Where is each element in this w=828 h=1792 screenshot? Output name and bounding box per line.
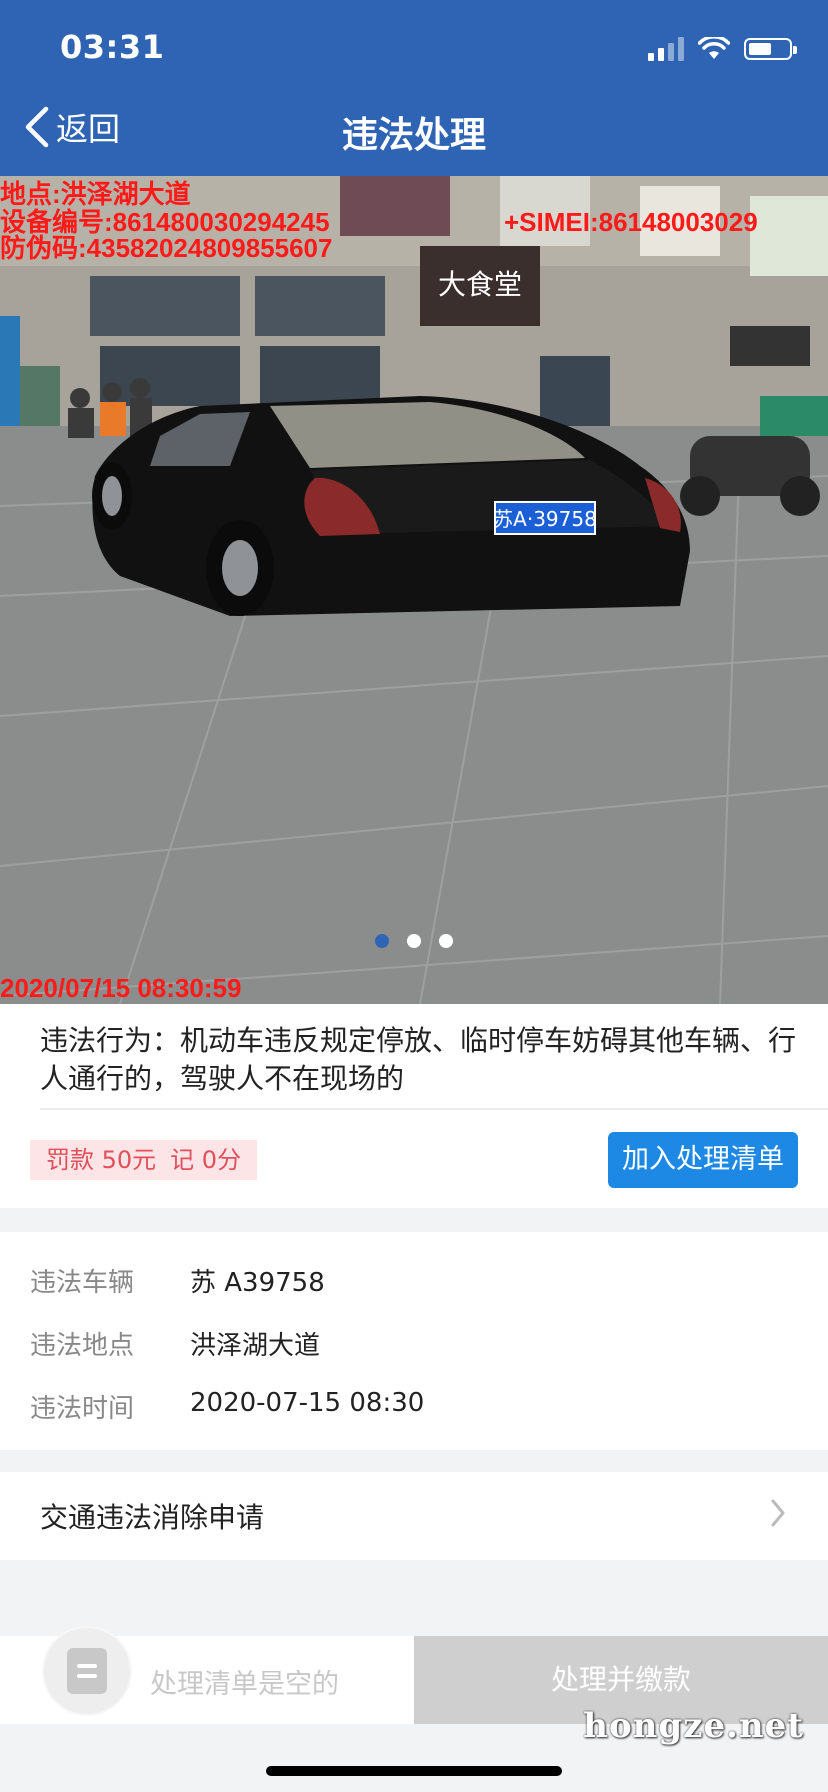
divider [40, 1108, 828, 1110]
chevron-right-icon [771, 1499, 785, 1527]
empty-list-text: 处理清单是空的 [150, 1669, 339, 1700]
watermark: hongze.net [583, 1706, 804, 1746]
header: 03:31 返回 违法处理 [0, 0, 828, 176]
battery-icon [744, 38, 797, 60]
detail-value: 2020-07-15 08:30 [190, 1388, 425, 1418]
violation-description: 违法行为：机动车违反规定停放、临时停车妨碍其他车辆、行人通行的，驾驶人不在现场的 [40, 1024, 797, 1095]
detail-label: 违法车辆 [30, 1268, 135, 1298]
photo-overlay-timestamp: 2020/07/15 08:30:59 [0, 973, 242, 1003]
photo-overlay-simei: +SIMEI:86148003029 [504, 207, 758, 237]
detail-label: 违法地点 [30, 1331, 135, 1361]
fine-amount: 罚款 50元 [46, 1146, 157, 1174]
carousel-dot[interactable] [407, 934, 421, 948]
status-time: 03:31 [60, 28, 165, 66]
carousel-dot[interactable] [375, 934, 389, 948]
violation-photo[interactable]: 大食堂 苏A·39758 地点:洪泽湖大道 设备编号:8614800302942… [0, 176, 828, 1004]
photo-overlay-code: 防伪码:43582024809855607 [0, 233, 333, 263]
penalty-points: 记 0分 [170, 1146, 242, 1174]
photo-overlay-device: 设备编号:861480030294245 [0, 207, 330, 237]
home-indicator[interactable] [266, 1766, 562, 1776]
appeal-link-row[interactable]: 交通违法消除申请 [0, 1472, 828, 1560]
detail-value: 洪泽湖大道 [190, 1331, 321, 1361]
carousel-dots[interactable] [0, 934, 828, 948]
detail-value: 苏 A39758 [190, 1268, 325, 1298]
page-title: 违法处理 [341, 115, 486, 156]
detail-label: 违法时间 [30, 1394, 135, 1424]
carousel-dot[interactable] [439, 934, 453, 948]
status-icons [648, 34, 797, 64]
photo-scene: 大食堂 苏A·39758 [0, 176, 828, 1004]
process-list-icon[interactable] [42, 1626, 132, 1716]
signal-icon [648, 37, 684, 61]
wifi-icon [698, 37, 730, 59]
add-to-list-button[interactable]: 加入处理清单 [608, 1132, 798, 1188]
license-plate-text: 苏A·39758 [493, 507, 597, 531]
photo-sign-text: 大食堂 [438, 268, 522, 301]
penalty-badge: 罚款 50元 记 0分 [30, 1140, 258, 1180]
photo-overlay-location: 地点:洪泽湖大道 [0, 179, 191, 209]
appeal-link-label: 交通违法消除申请 [40, 1501, 265, 1534]
